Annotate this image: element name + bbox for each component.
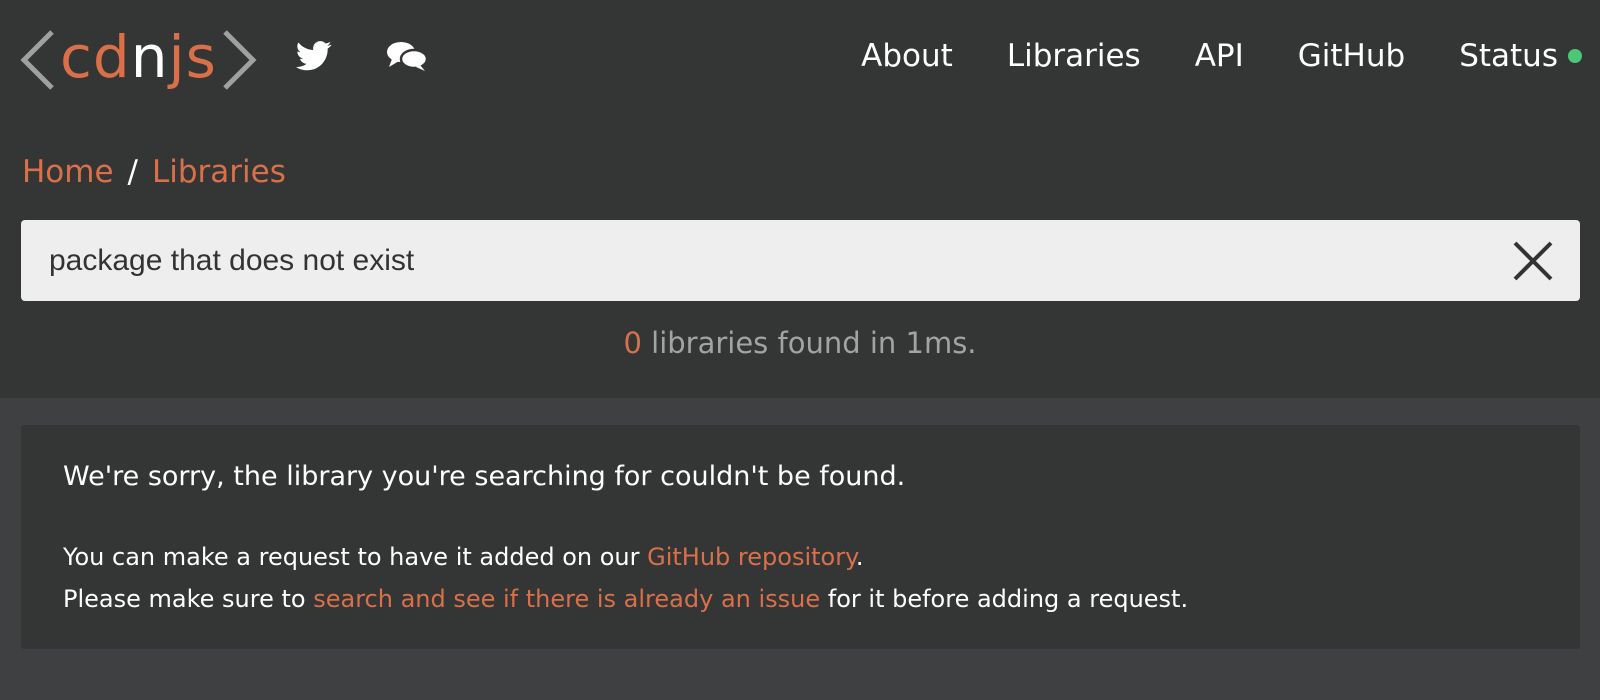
notice-line-search-issues: Please make sure to search and see if th… — [63, 585, 1188, 613]
search-issues-link[interactable]: search and see if there is already an is… — [313, 585, 820, 613]
notice-line-request: You can make a request to have it added … — [63, 543, 864, 571]
status-indicator-dot — [1568, 48, 1582, 63]
notice-line2-suffix: for it before adding a request. — [820, 585, 1189, 613]
search-section: Home / Libraries 0 libraries found in 1m… — [0, 124, 1600, 398]
nav-link-status-label: Status — [1459, 38, 1558, 74]
notice-line1-prefix: You can make a request to have it added … — [63, 543, 648, 571]
nav-link-github[interactable]: GitHub — [1298, 38, 1405, 74]
results-summary: 0 libraries found in 1ms. — [0, 326, 1600, 360]
search-input[interactable] — [21, 220, 1481, 301]
not-found-notice: We're sorry, the library you're searchin… — [21, 425, 1580, 649]
logo-letters-js: js — [168, 23, 217, 91]
breadcrumb: Home / Libraries — [22, 154, 286, 190]
main-nav: About Libraries API GitHub Status — [807, 38, 1582, 74]
cdnjs-logo[interactable]: cdnjs — [18, 26, 259, 94]
logo-letter-n: n — [130, 23, 169, 91]
search-box — [21, 220, 1580, 301]
nav-link-api[interactable]: API — [1195, 38, 1244, 74]
breadcrumb-home[interactable]: Home — [22, 154, 114, 190]
github-repository-link[interactable]: GitHub repository — [647, 543, 856, 571]
chat-icon[interactable] — [386, 40, 429, 76]
nav-link-status[interactable]: Status — [1459, 38, 1582, 74]
top-navbar: cdnjs About Libraries API GitHub Status — [0, 0, 1600, 124]
notice-line2-prefix: Please make sure to — [63, 585, 314, 613]
notice-title: We're sorry, the library you're searchin… — [63, 461, 906, 492]
results-text: libraries found in 1ms. — [641, 326, 977, 360]
results-count: 0 — [623, 326, 642, 360]
nav-link-libraries[interactable]: Libraries — [1007, 38, 1141, 74]
right-angle-bracket-icon — [223, 30, 257, 90]
left-angle-bracket-icon — [20, 30, 54, 90]
logo-letter-d: d — [92, 23, 131, 91]
breadcrumb-separator: / — [127, 154, 138, 190]
close-icon[interactable] — [1512, 240, 1554, 282]
logo-letter-c: c — [60, 23, 93, 91]
twitter-icon[interactable] — [296, 40, 332, 76]
logo-wordmark: cdnjs — [60, 28, 217, 86]
nav-link-about[interactable]: About — [861, 38, 953, 74]
notice-line1-suffix: . — [855, 543, 864, 571]
breadcrumb-libraries[interactable]: Libraries — [152, 154, 286, 190]
